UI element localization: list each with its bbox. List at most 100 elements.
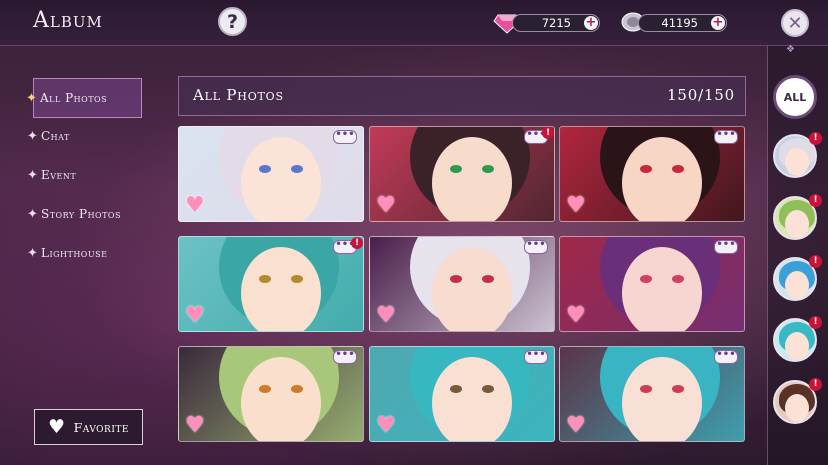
- photo-card[interactable]: •••! ♥: [369, 126, 555, 222]
- sidebar-item-event[interactable]: ✦ Event: [27, 155, 143, 195]
- character-eye: [640, 385, 652, 393]
- chat-bubble-icon: •••: [524, 240, 548, 254]
- sidebar-item-label: Story Photos: [41, 207, 121, 221]
- character-eye: [640, 165, 652, 173]
- character-face: [241, 137, 321, 221]
- favorite-heart-icon[interactable]: ♥: [376, 305, 400, 327]
- chat-bubble-icon: •••: [333, 130, 357, 144]
- avatar-face: [785, 271, 809, 299]
- alert-badge: !: [809, 378, 822, 391]
- character-eye: [291, 385, 303, 393]
- favorite-heart-icon[interactable]: ♥: [376, 195, 400, 217]
- star-icon: ✦: [27, 245, 39, 261]
- avatar-face: [785, 332, 809, 360]
- photo-card[interactable]: ••• ♥: [178, 126, 364, 222]
- ornament-icon: ❖: [786, 44, 795, 55]
- chat-bubble-icon: •••: [714, 240, 738, 254]
- character-face: [432, 247, 512, 331]
- favorite-heart-icon[interactable]: ♥: [185, 305, 209, 327]
- coin-value: 41195: [661, 16, 698, 30]
- character-eye: [450, 165, 462, 173]
- favorite-heart-icon[interactable]: ♥: [185, 415, 209, 437]
- add-coins-button[interactable]: +: [711, 16, 725, 30]
- favorite-heart-icon[interactable]: ♥: [566, 305, 590, 327]
- alert-badge: !: [809, 132, 822, 145]
- photo-card[interactable]: •••! ♥: [178, 236, 364, 332]
- avatar-face: [785, 394, 809, 422]
- favorite-heart-icon[interactable]: ♥: [566, 195, 590, 217]
- character-avatar[interactable]: !: [773, 194, 822, 242]
- avatar-face: [785, 210, 809, 238]
- character-eye: [482, 165, 494, 173]
- photo-card[interactable]: ••• ♥: [369, 236, 555, 332]
- character-eye: [672, 165, 684, 173]
- star-icon: ✦: [27, 206, 39, 222]
- character-eye: [450, 385, 462, 393]
- character-eye: [291, 275, 303, 283]
- character-eye: [259, 165, 271, 173]
- character-eye: [259, 385, 271, 393]
- sidebar-item-label: Lighthouse: [41, 246, 108, 260]
- sidebar-item-label: All Photos: [40, 91, 108, 105]
- character-eye: [672, 385, 684, 393]
- sidebar-item-label: Chat: [41, 129, 70, 143]
- coin-counter: 41195 +: [638, 14, 727, 32]
- favorite-heart-icon[interactable]: ♥: [376, 415, 400, 437]
- sidebar-item-label: Event: [41, 168, 77, 182]
- page-title: Album: [33, 8, 103, 33]
- photo-card[interactable]: ••• ♥: [559, 126, 745, 222]
- section-header: All Photos 150/150: [178, 76, 746, 116]
- character-eye: [259, 275, 271, 283]
- favorite-heart-icon[interactable]: ♥: [185, 195, 209, 217]
- photo-card[interactable]: ••• ♥: [559, 346, 745, 442]
- character-face: [622, 137, 702, 221]
- character-eye: [482, 275, 494, 283]
- gem-counter: 7215 +: [512, 14, 600, 32]
- character-face: [432, 357, 512, 441]
- star-icon: ✦: [26, 90, 38, 106]
- favorite-label: Favorite: [73, 419, 129, 435]
- sidebar-item-lighthouse[interactable]: ✦ Lighthouse: [27, 233, 143, 273]
- add-gems-button[interactable]: +: [584, 16, 598, 30]
- photo-grid: ••• ♥ •••! ♥ ••• ♥ •••! ♥ ••• ♥ ••• ♥ ••• ♥ ••• ♥ ••• ♥: [178, 126, 746, 446]
- character-face: [432, 137, 512, 221]
- character-eye: [482, 385, 494, 393]
- character-eye: [450, 275, 462, 283]
- character-avatar[interactable]: !: [773, 255, 822, 303]
- character-avatar[interactable]: !: [773, 378, 822, 426]
- chat-bubble-icon: •••: [333, 350, 357, 364]
- avatar-face: [785, 148, 809, 176]
- gem-value: 7215: [541, 16, 571, 30]
- close-button[interactable]: ✕: [781, 9, 809, 37]
- heart-icon: ♥: [48, 416, 66, 438]
- character-face: [622, 247, 702, 331]
- character-avatar[interactable]: !: [773, 316, 822, 364]
- photo-card[interactable]: ••• ♥: [369, 346, 555, 442]
- help-button[interactable]: ?: [218, 7, 247, 36]
- character-face: [622, 357, 702, 441]
- filter-all-button[interactable]: ALL: [773, 75, 817, 119]
- sidebar-item-story-photos[interactable]: ✦ Story Photos: [27, 194, 143, 234]
- character-avatar[interactable]: !: [773, 132, 822, 180]
- alert-badge: !: [809, 194, 822, 207]
- favorite-button[interactable]: ♥ Favorite: [34, 409, 143, 445]
- star-icon: ✦: [27, 128, 39, 144]
- character-face: [241, 357, 321, 441]
- chat-bubble-icon: •••: [714, 350, 738, 364]
- photo-count: 150/150: [667, 86, 735, 104]
- character-face: [241, 247, 321, 331]
- chat-bubble-icon: •••: [714, 130, 738, 144]
- alert-badge: !: [809, 316, 822, 329]
- favorite-heart-icon[interactable]: ♥: [566, 415, 590, 437]
- section-title: All Photos: [193, 86, 284, 104]
- character-eye: [672, 275, 684, 283]
- star-icon: ✦: [27, 167, 39, 183]
- character-eye: [291, 165, 303, 173]
- alert-badge: !: [542, 127, 554, 139]
- sidebar-item-chat[interactable]: ✦ Chat: [27, 116, 143, 156]
- alert-badge: !: [351, 237, 363, 249]
- sidebar-item-all-photos[interactable]: ✦ All Photos: [26, 78, 142, 118]
- photo-card[interactable]: ••• ♥: [559, 236, 745, 332]
- alert-badge: !: [809, 255, 822, 268]
- photo-card[interactable]: ••• ♥: [178, 346, 364, 442]
